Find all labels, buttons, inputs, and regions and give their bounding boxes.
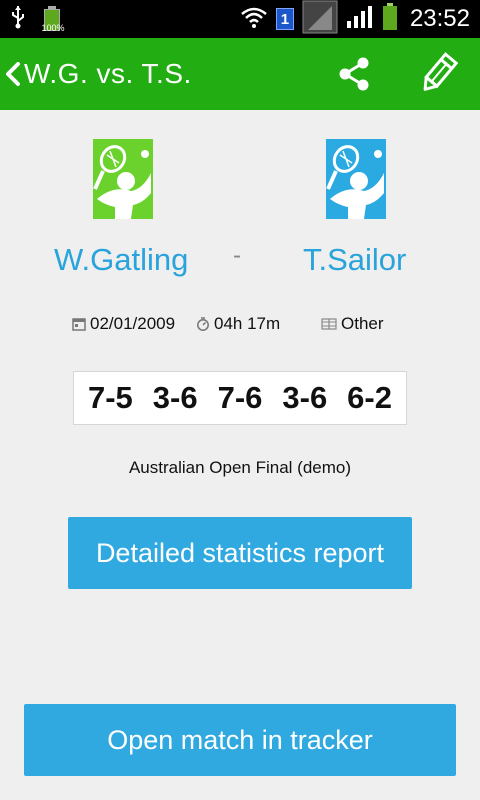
sim-badge: 1 <box>275 8 294 30</box>
court-icon <box>321 318 337 330</box>
match-surface-text: Other <box>341 314 384 333</box>
share-icon <box>339 57 369 91</box>
set-score: 3-6 <box>282 380 328 415</box>
usb-icon <box>10 5 26 34</box>
stopwatch-icon <box>197 317 209 331</box>
score-box: 7-5 3-6 7-6 3-6 6-2 <box>73 371 407 425</box>
open-in-tracker-button[interactable]: Open match in tracker <box>24 704 456 776</box>
versus-separator: - <box>233 242 241 269</box>
player1-name: W.Gatling <box>54 242 189 277</box>
match-date-text: 02/01/2009 <box>90 314 176 333</box>
pencil-icon <box>423 52 459 91</box>
match-description: Australian Open Final (demo) <box>128 458 352 477</box>
battery-full-icon <box>382 2 398 36</box>
page-title: W.G. vs. T.S. <box>24 58 192 89</box>
back-button[interactable] <box>2 56 24 92</box>
calendar-icon <box>72 318 86 331</box>
status-left: 100% <box>10 0 65 38</box>
status-bar: 100% 1 23:52 <box>0 0 480 38</box>
tennis-player-icon <box>93 145 151 219</box>
player1-avatar <box>93 139 153 219</box>
player2-name: T.Sailor <box>303 242 407 277</box>
battery-icon: 100% <box>41 6 65 33</box>
stats-report-button[interactable]: Detailed statistics report <box>68 517 412 589</box>
edit-button[interactable] <box>418 52 459 96</box>
player2-avatar <box>326 139 386 219</box>
battery-percent: 100% <box>41 23 65 33</box>
signal-icon <box>346 5 374 34</box>
chevron-left-icon <box>6 62 20 86</box>
match-duration-text: 04h 17m <box>214 314 281 333</box>
clock: 23:52 <box>409 5 470 32</box>
set-score: 7-5 <box>87 380 133 415</box>
app-bar: W.G. vs. T.S. <box>0 38 480 110</box>
signal-box-icon <box>302 0 338 39</box>
set-score: 7-6 <box>217 380 263 415</box>
set-score: 3-6 <box>152 380 198 415</box>
status-right: 1 23:52 <box>240 0 470 38</box>
tennis-player-icon <box>326 145 384 219</box>
match-duration: 04h 17m <box>196 312 280 336</box>
share-button[interactable] <box>334 54 374 94</box>
wifi-icon <box>240 5 268 34</box>
match-date: 02/01/2009 <box>72 312 175 336</box>
set-score: 6-2 <box>347 380 392 415</box>
match-surface: Other <box>321 312 384 336</box>
